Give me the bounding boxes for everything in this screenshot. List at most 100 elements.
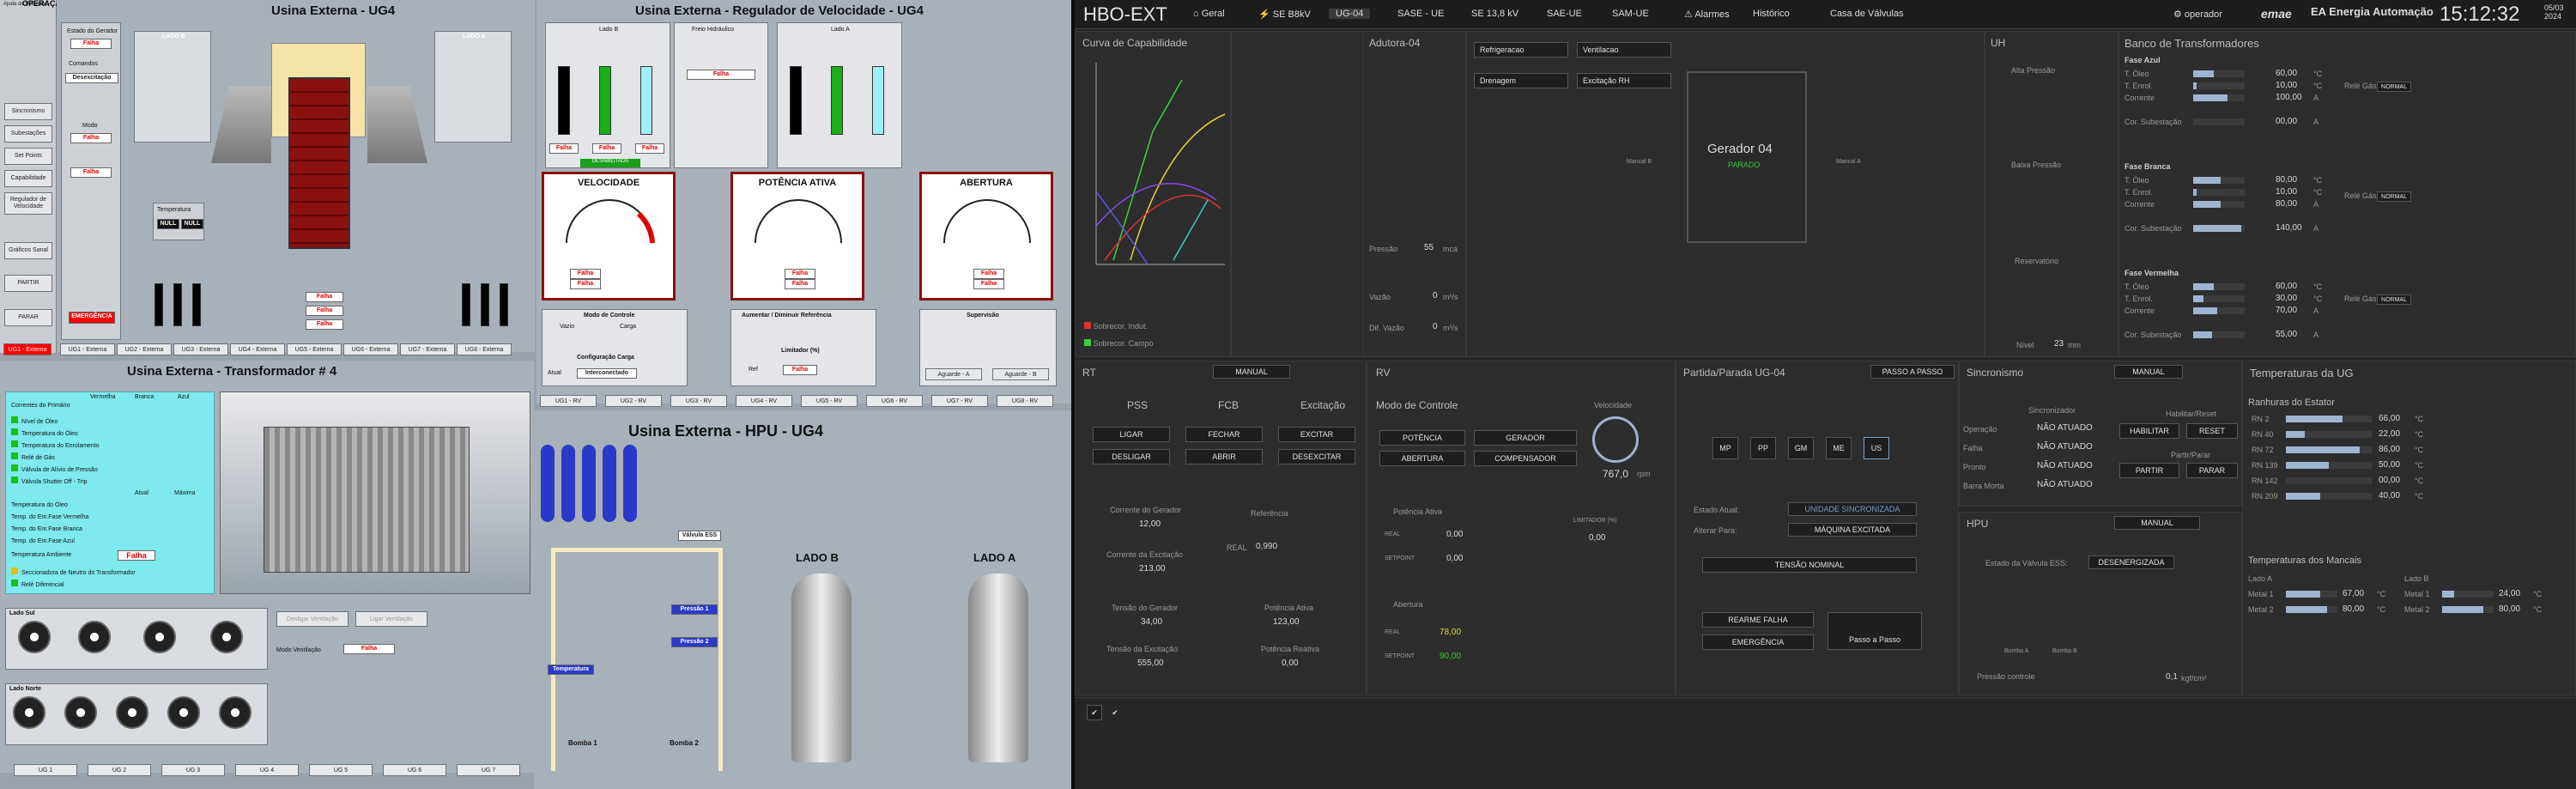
- tab-ug5[interactable]: UG5 - Externa: [287, 343, 342, 355]
- trafo-tab-ug2[interactable]: UG 2: [88, 764, 151, 776]
- nav-set-points[interactable]: Set Points: [4, 148, 52, 165]
- desligar-button[interactable]: DESLIGAR: [1093, 449, 1170, 464]
- abertura-title: ABERTURA: [960, 178, 1013, 188]
- ranhuras-label: Ranhuras do Estator: [2248, 398, 2335, 408]
- abertura-button[interactable]: ABERTURA: [1379, 451, 1465, 466]
- user-button[interactable]: ⚙ operador: [2173, 9, 2222, 20]
- tab-ug8[interactable]: UG8 - Externa: [457, 343, 512, 355]
- sinc-mode-button[interactable]: MANUAL: [2114, 365, 2183, 379]
- ventilacao-button[interactable]: Ventilacao: [1577, 42, 1671, 58]
- emergencia-button[interactable]: EMERGÊNCIA: [69, 312, 115, 324]
- rv-lado-a-label: Lado A: [831, 27, 850, 33]
- nav-sincronismo[interactable]: Sincronismo: [4, 103, 52, 120]
- rv-tab-ug6[interactable]: UG6 - RV: [866, 395, 923, 407]
- fan-m109-icon: [219, 696, 252, 729]
- gerador-button[interactable]: GERADOR: [1474, 430, 1577, 446]
- nav-sae-ue[interactable]: SAE-UE: [1547, 9, 1582, 19]
- trafo-tab-ug3[interactable]: UG 3: [161, 764, 225, 776]
- fase-row-value: 55,00: [2276, 330, 2298, 339]
- nav-ug04[interactable]: UG-04: [1329, 9, 1371, 19]
- fase-name: Fase Vermelha: [2124, 269, 2179, 277]
- gerador-state: PARADO: [1728, 161, 1761, 169]
- partir-button-nav[interactable]: PARTIR: [4, 275, 52, 292]
- excitacao-button[interactable]: Excitação RH: [1577, 73, 1671, 88]
- emergencia-right-button[interactable]: EMERGÊNCIA: [1702, 634, 1814, 650]
- nav-se-138[interactable]: SE 13,8 kV: [1471, 9, 1518, 19]
- nav-sase-ue[interactable]: SASE - UE: [1397, 9, 1444, 19]
- fan-m106-icon: [143, 621, 176, 653]
- nav-alarmes[interactable]: ⚠ Alarmes: [1684, 9, 1730, 20]
- rt-mode-button[interactable]: MANUAL: [1213, 365, 1290, 379]
- drenagem-button[interactable]: Drenagem: [1474, 73, 1568, 88]
- passo-a-passo-button[interactable]: Passo a Passo: [1827, 612, 1922, 650]
- nav-geral[interactable]: ⌂ Geral: [1193, 9, 1225, 19]
- trafo-tab-ug5[interactable]: UG 5: [309, 764, 373, 776]
- reset-button[interactable]: RESET: [2186, 423, 2238, 439]
- metal-unit: °C: [2533, 590, 2543, 598]
- partida-panel: Partida/Parada UG-04 PASSO A PASSO MP PP…: [1676, 361, 1959, 695]
- trafo-tab-ug6[interactable]: UG 6: [383, 764, 446, 776]
- hpu-mode-button[interactable]: MANUAL: [2114, 516, 2200, 530]
- nav-se-b8kv[interactable]: ⚡ SE B8kV: [1258, 9, 1311, 20]
- rv-tab-ug5[interactable]: UG5 - RV: [801, 395, 858, 407]
- lado-b-box: LADO B: [134, 31, 211, 143]
- potencia-button[interactable]: POTÊNCIA: [1379, 430, 1465, 446]
- rv-tab-ug7[interactable]: UG7 - RV: [931, 395, 988, 407]
- rv-tab-ug3[interactable]: UG3 - RV: [670, 395, 727, 407]
- hpu-right-panel: HPU MANUAL Estado da Válvula ESS: DESENE…: [1959, 512, 2242, 695]
- tensao-nominal-button[interactable]: TENSÃO NOMINAL: [1702, 557, 1917, 573]
- nav-subestacoes[interactable]: Subestações: [4, 125, 52, 143]
- hdr-azul: Azul: [178, 394, 190, 400]
- desexcitar-button[interactable]: DESEXCITAR: [1278, 449, 1355, 464]
- trafo-tab-ug4[interactable]: UG 4: [235, 764, 299, 776]
- fase-row-value: 30,00: [2276, 294, 2298, 303]
- check-icon-2[interactable]: ✔: [1107, 705, 1123, 720]
- nav-historico[interactable]: Histórico: [1753, 9, 1790, 19]
- aguarde-b-button[interactable]: Aguarde - B: [992, 368, 1049, 380]
- tab-ug3[interactable]: UG3 - Externa: [173, 343, 228, 355]
- ligar-ventilacao-button[interactable]: Ligar Ventilação: [355, 611, 427, 627]
- excitar-button[interactable]: EXCITAR: [1278, 427, 1355, 442]
- rn-label: RN 142: [2252, 476, 2278, 485]
- uh-panel: UH Alta Pressão Baixa Pressão Reservatór…: [1985, 31, 2118, 357]
- rv-tab-ug8[interactable]: UG8 - RV: [997, 395, 1053, 407]
- fechar-button[interactable]: FECHAR: [1185, 427, 1263, 442]
- dif-vazao-label: Dif. Vazão: [1369, 324, 1404, 332]
- tab-ug7[interactable]: UG7 - Externa: [400, 343, 455, 355]
- rv-tab-ug1[interactable]: UG1 - RV: [540, 395, 597, 407]
- desligar-ventilacao-button[interactable]: Desligar Ventilação: [276, 611, 349, 627]
- parar-button-nav[interactable]: PARAR: [4, 309, 52, 326]
- alterar-select[interactable]: MÁQUINA EXCITADA: [1788, 523, 1917, 537]
- tab-ug1b[interactable]: UG1 - Externa: [60, 343, 115, 355]
- tab-ug2[interactable]: UG2 - Externa: [117, 343, 172, 355]
- partida-mode-button[interactable]: PASSO A PASSO: [1870, 365, 1955, 379]
- tab-ug1[interactable]: UG1 - Externa: [3, 343, 52, 355]
- rv-tab-ug4[interactable]: UG4 - RV: [736, 395, 792, 407]
- nav-sam-ue[interactable]: SAM-UE: [1612, 9, 1649, 19]
- temperatura-label: Temperatura: [157, 207, 191, 213]
- parar-button[interactable]: PARAR: [2186, 463, 2238, 478]
- check-icon-1[interactable]: ✔: [1087, 705, 1102, 720]
- nav-casa-valvulas[interactable]: Casa de Válvulas: [1830, 9, 1904, 19]
- rearme-falha-button[interactable]: REARME FALHA: [1702, 612, 1814, 628]
- atual-label: Atual: [548, 370, 561, 376]
- ligar-button[interactable]: LIGAR: [1093, 427, 1170, 442]
- habilitar-button[interactable]: HABILITAR: [2119, 423, 2179, 439]
- hdr-atual: Atual: [135, 490, 148, 496]
- trafo-tab-ug1[interactable]: UG 1: [14, 764, 77, 776]
- nav-graficos[interactable]: Gráficos Sanal: [4, 242, 52, 259]
- row-temp-oleo: Temperatura do Óleo: [21, 431, 78, 437]
- nav-capabilidade[interactable]: Capabilidade: [4, 170, 52, 187]
- trafo-tab-ug7[interactable]: UG 7: [457, 764, 520, 776]
- partir-button[interactable]: PARTIR: [2119, 463, 2179, 478]
- nav-regulador[interactable]: Regulador de Velocidade: [4, 192, 52, 215]
- tab-ug6[interactable]: UG6 - Externa: [343, 343, 398, 355]
- fase-row-label: T. Óleo: [2124, 282, 2149, 291]
- refrigeracao-button[interactable]: Refrigeracao: [1474, 42, 1568, 58]
- desexcitacao-button[interactable]: Desexcitação: [65, 73, 118, 83]
- abrir-button[interactable]: ABRIR: [1185, 449, 1263, 464]
- tab-ug4[interactable]: UG4 - Externa: [230, 343, 285, 355]
- aguarde-a-button[interactable]: Aguarde - A: [925, 368, 982, 380]
- rv-tab-ug2[interactable]: UG2 - RV: [605, 395, 662, 407]
- compensador-button[interactable]: COMPENSADOR: [1474, 451, 1577, 466]
